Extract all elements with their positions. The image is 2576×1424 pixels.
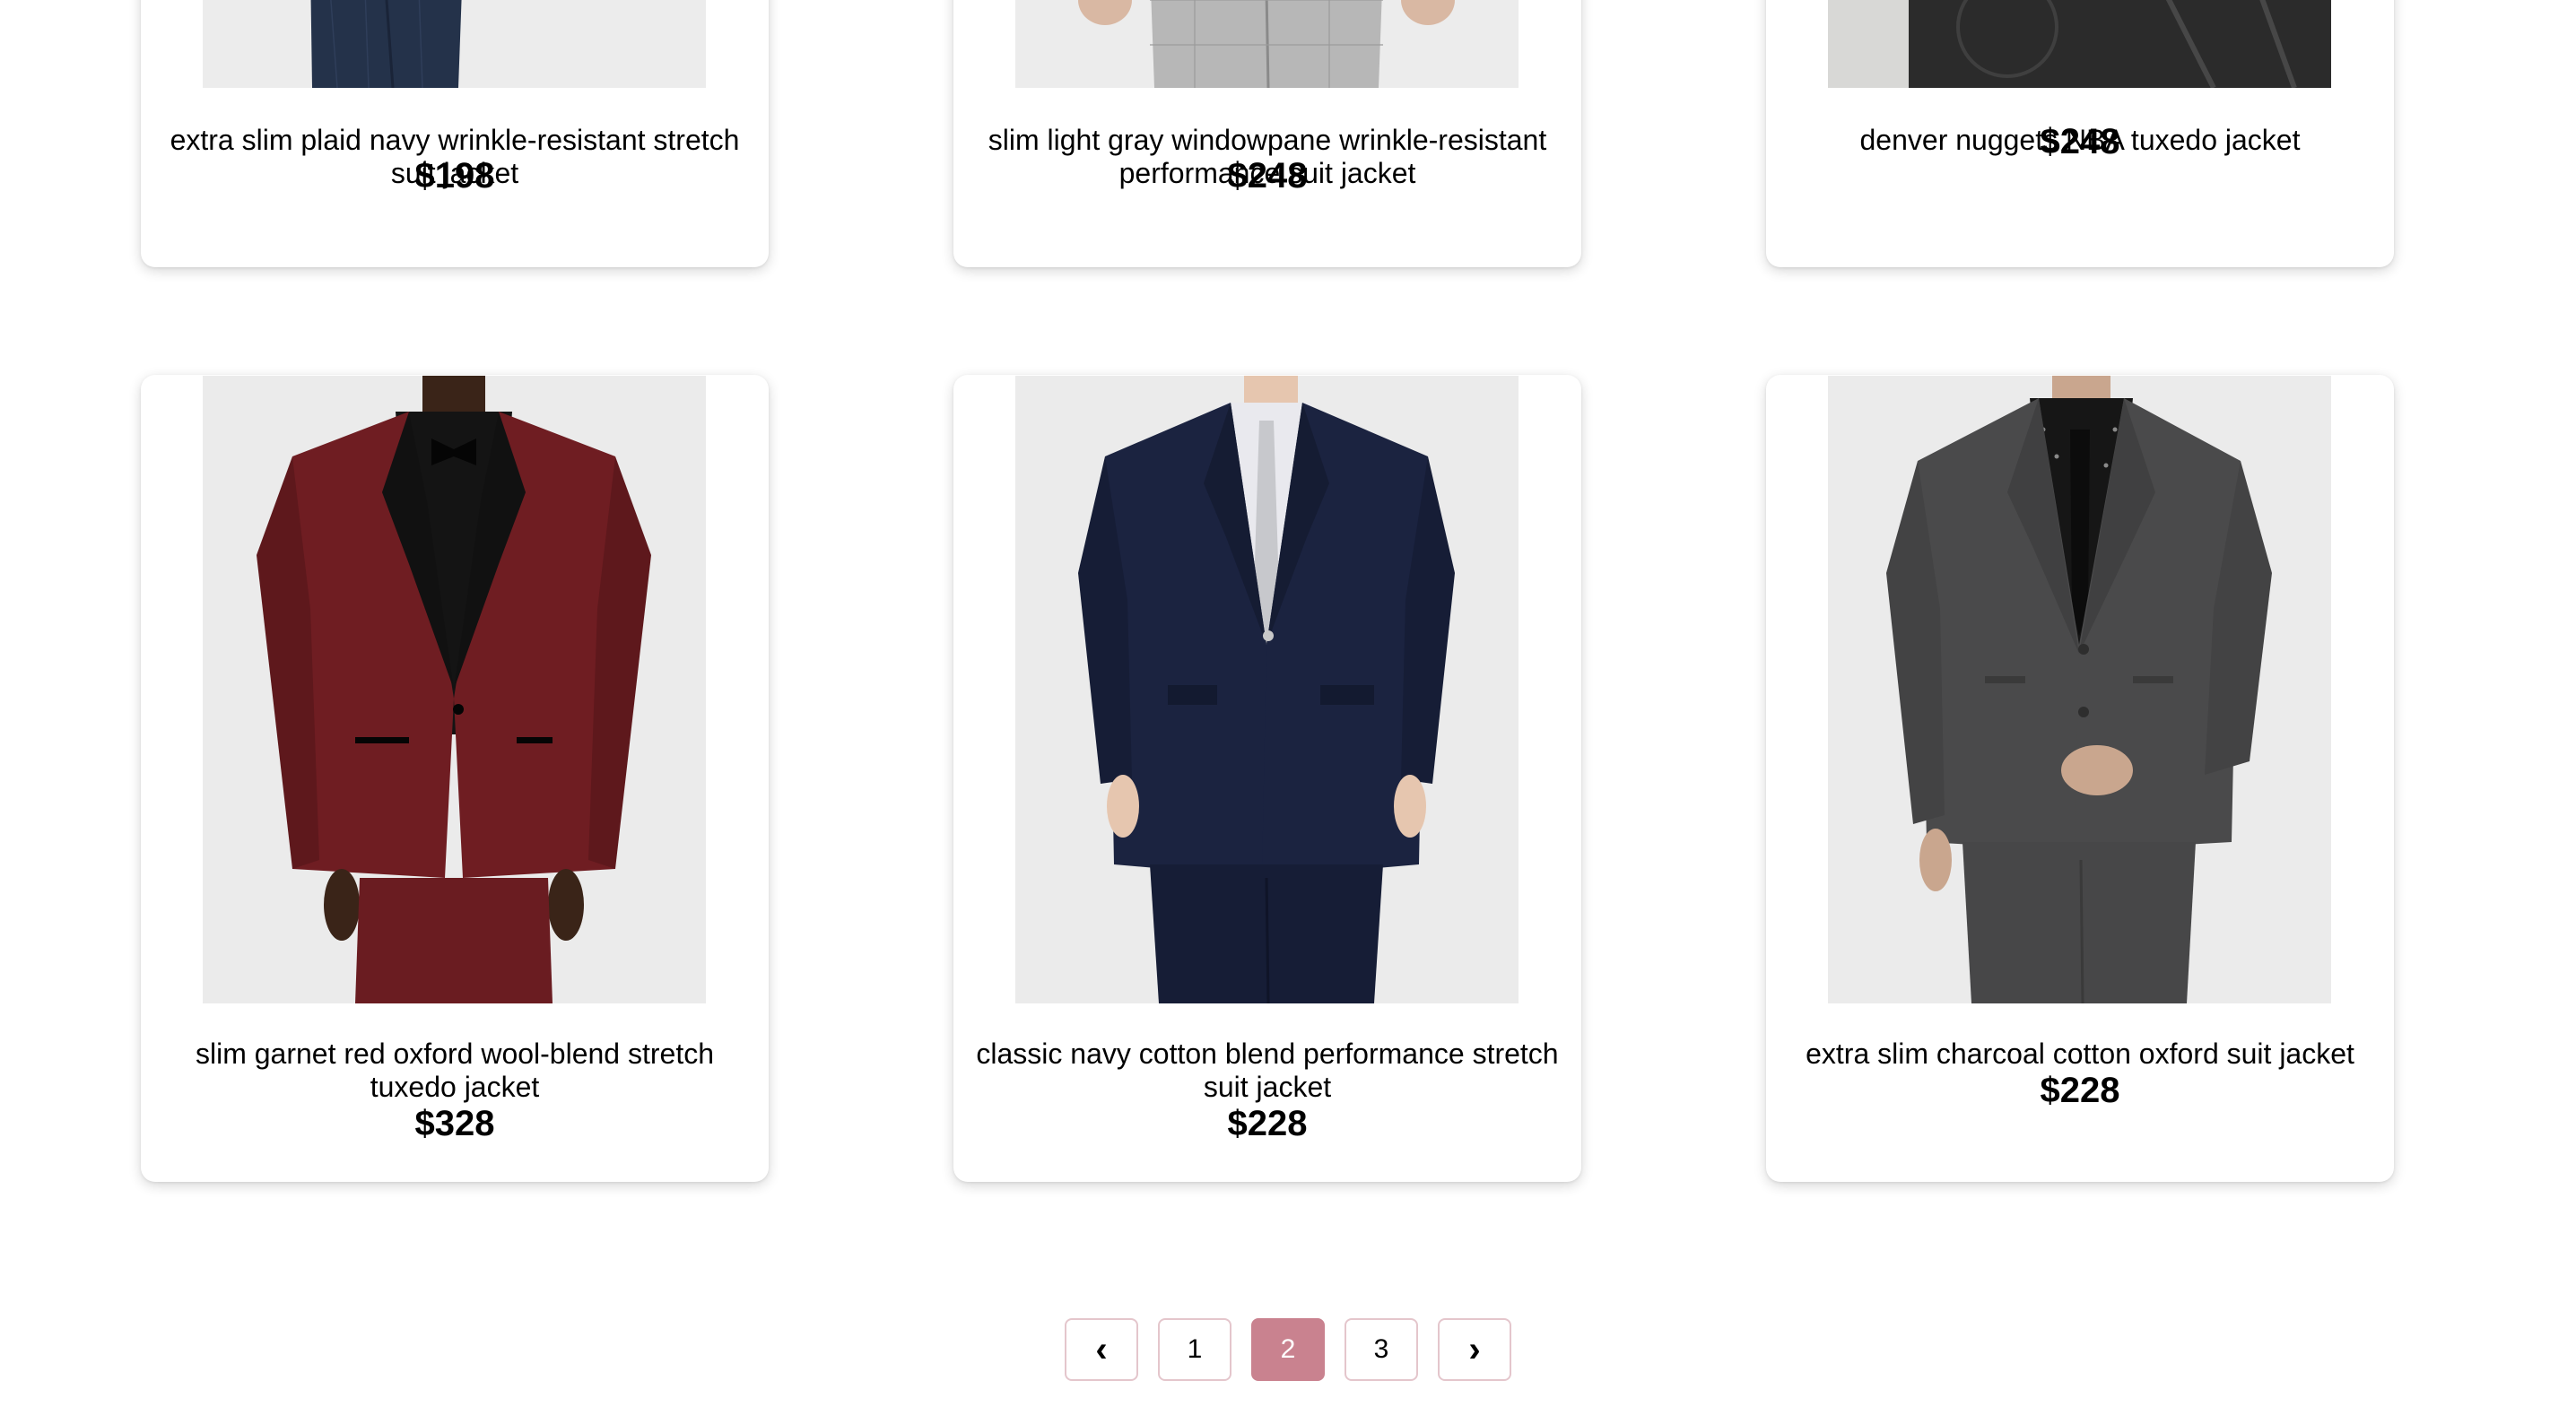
product-image[interactable] <box>1828 376 2331 1003</box>
prev-page-button[interactable]: ‹ <box>1065 1318 1138 1381</box>
product-price: $228 <box>1227 1104 1308 1143</box>
product-card[interactable]: slim light gray windowpane wrinkle-resis… <box>953 0 1581 267</box>
page-button-2[interactable]: 2 <box>1251 1318 1325 1381</box>
page-button-3[interactable]: 3 <box>1345 1318 1418 1381</box>
product-image[interactable] <box>1828 0 2331 88</box>
product-card[interactable]: classic navy cotton blend performance st… <box>953 375 1581 1182</box>
next-page-button[interactable]: › <box>1438 1318 1511 1381</box>
product-price: $328 <box>414 1104 495 1143</box>
product-price: $198 <box>414 156 495 195</box>
product-price: $248 <box>1227 156 1308 195</box>
product-card[interactable]: extra slim charcoal cotton oxford suit j… <box>1766 375 2394 1182</box>
chevron-right-icon: › <box>1468 1329 1481 1369</box>
chevron-left-icon: ‹ <box>1095 1329 1108 1369</box>
pagination: ‹ 1 2 3 › <box>0 1318 2576 1381</box>
product-image[interactable] <box>1015 376 1519 1003</box>
page-button-1[interactable]: 1 <box>1158 1318 1231 1381</box>
product-card[interactable]: extra slim plaid navy wrinkle-resistant … <box>141 0 769 267</box>
product-title[interactable]: extra slim charcoal cotton oxford suit j… <box>1784 1038 2376 1071</box>
product-image[interactable] <box>203 376 706 1003</box>
product-card[interactable]: denver nuggets NBA tuxedo jacket $248 <box>1766 0 2394 267</box>
product-image[interactable] <box>1015 0 1519 88</box>
product-card[interactable]: slim garnet red oxford wool-blend stretc… <box>141 375 769 1182</box>
product-image[interactable] <box>203 0 706 88</box>
product-title[interactable]: slim garnet red oxford wool-blend stretc… <box>159 1038 751 1104</box>
product-price: $248 <box>2040 122 2120 161</box>
product-title[interactable]: classic navy cotton blend performance st… <box>971 1038 1563 1104</box>
product-grid-page: extra slim plaid navy wrinkle-resistant … <box>0 0 2576 1424</box>
product-price: $228 <box>2040 1071 2120 1110</box>
